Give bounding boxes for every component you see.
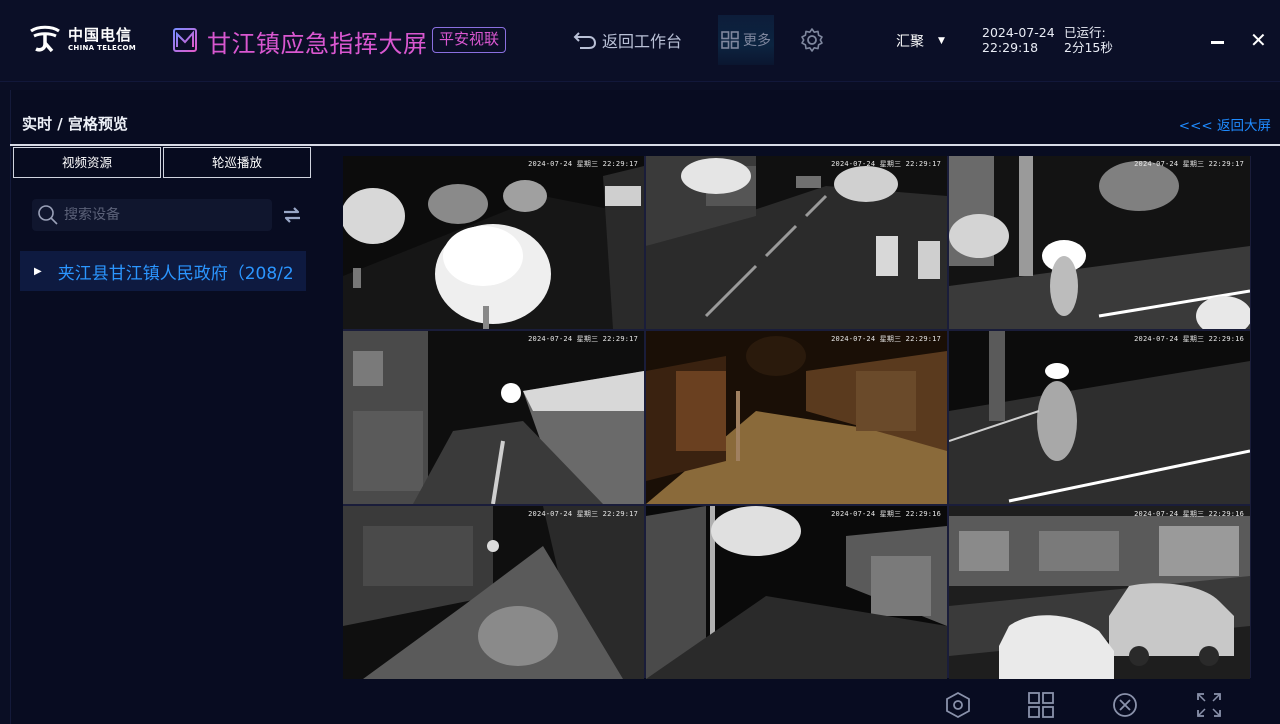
video-cell-6[interactable]: 2024-07-24 星期三 22:29:16	[949, 331, 1250, 504]
video-cell-7[interactable]: 2024-07-24 星期三 22:29:17	[343, 506, 644, 679]
camera-feed-image	[646, 331, 947, 504]
cell-timestamp: 2024-07-24 星期三 22:29:17	[1134, 160, 1244, 168]
close-window-button[interactable]: ✕	[1250, 30, 1267, 50]
back-arrow-icon	[573, 32, 597, 49]
video-cell-3[interactable]: 2024-07-24 星期三 22:29:17	[949, 156, 1250, 329]
cell-timestamp: 2024-07-24 星期三 22:29:16	[831, 510, 941, 518]
gear-icon[interactable]	[798, 26, 826, 54]
hexagon-settings-icon[interactable]	[944, 691, 972, 719]
tab-video-resources[interactable]: 视频资源	[13, 147, 161, 178]
logo-en-text: CHINA TELECOM	[68, 44, 137, 52]
search-icon	[38, 205, 58, 225]
video-cell-2[interactable]: 2024-07-24 星期三 22:29:17	[646, 156, 947, 329]
more-label: 更多	[743, 33, 771, 49]
expand-arrow-icon[interactable]: ▶	[34, 266, 42, 277]
aggregate-label: 汇聚	[896, 34, 924, 50]
datetime-display: 2024-07-24 22:29:18	[982, 25, 1055, 55]
device-search	[32, 199, 272, 231]
tree-node-label: 夹江县甘江镇人民政府（208/2	[57, 263, 294, 284]
grid-icon	[721, 31, 739, 49]
app-header: 中国电信 CHINA TELECOM 甘江镇应急指挥大屏 平安视联 返回工作台 …	[0, 0, 1280, 82]
tree-node-ganjiang-gov[interactable]: ▶ 夹江县甘江镇人民政府（208/2	[20, 251, 306, 291]
back-to-big-screen-link[interactable]: <<< 返回大屏	[1179, 114, 1271, 134]
aggregate-dropdown[interactable]: 汇聚 ▼	[896, 31, 945, 51]
uptime-value: 2分15秒	[1064, 40, 1113, 55]
cell-timestamp: 2024-07-24 星期三 22:29:17	[831, 160, 941, 168]
logo-cn-text: 中国电信	[68, 26, 133, 44]
camera-feed-image	[646, 506, 947, 679]
video-cell-4[interactable]: 2024-07-24 星期三 22:29:17	[343, 331, 644, 504]
camera-feed-image	[949, 156, 1250, 329]
app-badge: 平安视联	[432, 27, 507, 53]
date-text: 2024-07-24	[982, 25, 1055, 40]
cell-timestamp: 2024-07-24 星期三 22:29:17	[528, 335, 638, 343]
grid-layout-icon[interactable]	[1027, 691, 1055, 719]
cell-timestamp: 2024-07-24 星期三 22:29:16	[1134, 510, 1244, 518]
app-title: 甘江镇应急指挥大屏	[207, 30, 428, 58]
camera-feed-image	[343, 506, 644, 679]
close-circle-icon[interactable]	[1111, 691, 1139, 719]
breadcrumb: 实时 / 宫格预览	[22, 115, 128, 133]
uptime-label: 已运行:	[1064, 25, 1106, 40]
camera-feed-image	[343, 156, 644, 329]
fullscreen-icon[interactable]	[1195, 691, 1223, 719]
header-divider	[10, 144, 1280, 146]
cell-timestamp: 2024-07-24 星期三 22:29:17	[528, 160, 638, 168]
camera-feed-image	[646, 156, 947, 329]
telecom-logo-icon	[30, 25, 60, 53]
back-to-workbench-label: 返回工作台	[602, 32, 683, 51]
china-telecom-logo: 中国电信 CHINA TELECOM	[28, 22, 138, 58]
video-grid: 2024-07-24 星期三 22:29:17 2024-07-24 星期三 2…	[343, 156, 1251, 679]
video-cell-5[interactable]: 2024-07-24 星期三 22:29:17	[646, 331, 947, 504]
minimize-button[interactable]	[1211, 41, 1224, 44]
tab-patrol-playback[interactable]: 轮巡播放	[163, 147, 311, 178]
back-to-workbench-button[interactable]: 返回工作台	[572, 26, 682, 54]
video-cell-9[interactable]: 2024-07-24 星期三 22:29:16	[949, 506, 1250, 679]
cell-timestamp: 2024-07-24 星期三 22:29:17	[528, 510, 638, 518]
time-text: 22:29:18	[982, 40, 1039, 55]
caret-down-icon: ▼	[938, 36, 945, 46]
camera-feed-image	[343, 331, 644, 504]
camera-feed-image	[949, 506, 1250, 679]
uptime-display: 已运行: 2分15秒	[1064, 25, 1113, 55]
refresh-icon[interactable]	[281, 204, 303, 226]
cell-timestamp: 2024-07-24 星期三 22:29:17	[831, 335, 941, 343]
camera-feed-image	[949, 331, 1250, 504]
video-cell-8[interactable]: 2024-07-24 星期三 22:29:16	[646, 506, 947, 679]
video-cell-1[interactable]: 2024-07-24 星期三 22:29:17	[343, 156, 644, 329]
cell-timestamp: 2024-07-24 星期三 22:29:16	[1134, 335, 1244, 343]
search-input[interactable]	[64, 207, 264, 223]
app-chart-icon	[173, 28, 197, 52]
more-button[interactable]: 更多	[718, 15, 774, 65]
